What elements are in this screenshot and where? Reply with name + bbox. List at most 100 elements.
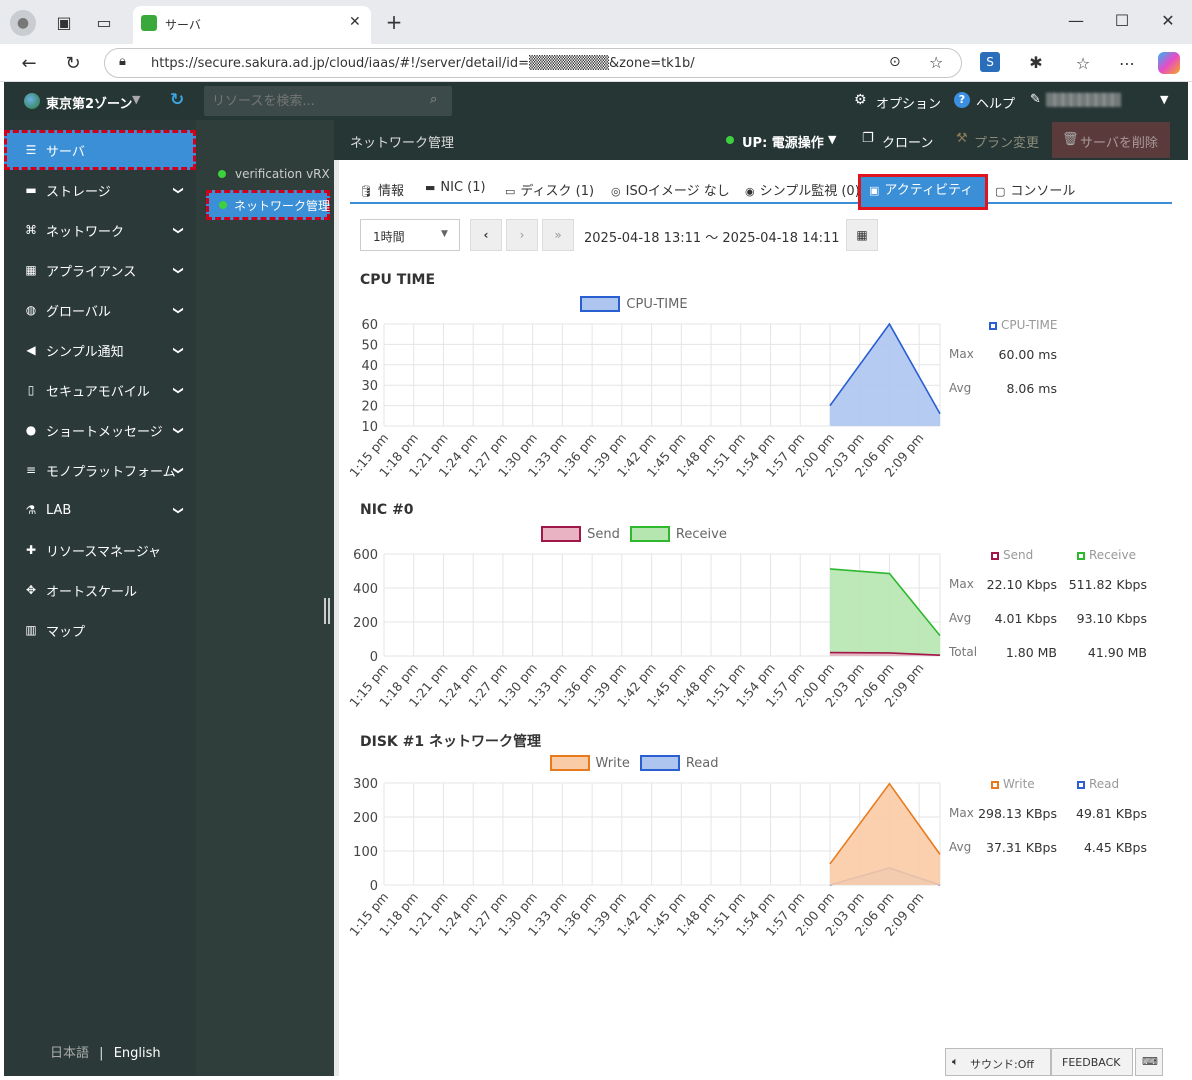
refresh-icon[interactable]: ↻ <box>170 90 184 110</box>
sidebar-item[interactable]: ⌘ ネットワーク ❯ <box>4 210 196 250</box>
back-icon[interactable]: ← <box>18 52 40 74</box>
legend-swatch <box>580 296 621 312</box>
calendar-button[interactable]: ▦ <box>846 219 878 251</box>
sidebar-item-label: ストレージ <box>46 184 111 200</box>
tabs-underline <box>350 202 1172 204</box>
feedback-button[interactable]: FEEDBACK <box>1051 1048 1133 1076</box>
tab-1[interactable]: ▬ NIC (1) <box>419 180 495 202</box>
sidebar-item[interactable]: ▦ アプライアンス ❯ <box>4 250 196 290</box>
tab-label: 情報 <box>377 184 404 199</box>
stats-value: 49.81 KBps <box>1076 806 1147 821</box>
latest-range-button[interactable]: » <box>542 219 574 251</box>
legend-item[interactable]: CPU-TIME <box>580 296 688 312</box>
legend-item[interactable]: Send <box>541 526 620 542</box>
close-tab-icon[interactable]: ✕ <box>349 14 361 30</box>
sidebar-item[interactable]: ◀ シンプル通知 ❯ <box>4 330 196 370</box>
sidebar-item[interactable]: ✚ リソースマネージャ <box>4 530 196 570</box>
tab-0[interactable]: 🛢︎ 情報 <box>353 180 423 202</box>
help-link[interactable]: ヘルプ <box>976 93 1015 112</box>
server-list-item-selected[interactable]: ネットワーク管理 <box>206 190 330 220</box>
sidebar-item[interactable]: ⚗ LAB ❯ <box>4 490 196 530</box>
search-input[interactable] <box>212 91 422 111</box>
zone-selector[interactable]: 東京第2ゾーン <box>46 93 132 112</box>
lang-ja-link[interactable]: 日本語 <box>50 1046 89 1061</box>
sidebar-item[interactable]: ✥ オートスケール <box>4 570 196 610</box>
sound-toggle[interactable]: 🔈︎ サウンド:Off <box>945 1048 1051 1076</box>
sidebar-item[interactable]: ▬ ストレージ ❯ <box>4 170 196 210</box>
extensions-puzzle-icon[interactable]: ✱ <box>1026 52 1046 72</box>
tab-label: コンソール <box>1010 184 1076 199</box>
sidebar-item[interactable]: ◍ グローバル ❯ <box>4 290 196 330</box>
power-chevron-icon[interactable]: ▼ <box>828 133 836 146</box>
workspaces-icon[interactable]: ▣ <box>54 12 74 32</box>
tab-6[interactable]: ▢ コンソール <box>989 180 1079 202</box>
prev-range-button[interactable]: ‹ <box>470 219 502 251</box>
delete-server-button[interactable]: 🗑︎ サーバを削除 <box>1052 122 1170 158</box>
tab-actions-icon[interactable]: ▭ <box>94 12 114 32</box>
user-menu[interactable]: ▒▒▒▒▒▒▒▒▒ <box>1046 93 1121 107</box>
stats-header: Send <box>991 548 1033 562</box>
sidebar-item[interactable]: ● ショートメッセージ ❯ <box>4 410 196 450</box>
search-icon[interactable]: ⌕ <box>430 92 437 107</box>
chart-stats: Send Receive Max 22.10 Kbps 511.82 Kbps Avg 4.… <box>949 548 1179 660</box>
stats-row-label: Avg <box>949 381 972 395</box>
tab-4[interactable]: ◉ シンプル監視 (0) <box>739 180 860 202</box>
tab-5[interactable]: ▣ アクティビティ <box>858 174 988 210</box>
lang-en-link[interactable]: English <box>114 1046 161 1061</box>
sidebar-item[interactable]: ▥ マップ <box>4 610 196 650</box>
legend-swatch <box>639 755 680 771</box>
favorites-icon[interactable]: ☆ <box>1072 52 1094 74</box>
maximize-icon[interactable]: ☐ <box>1112 10 1132 30</box>
sidebar-item[interactable]: ☰ サーバ <box>4 130 196 170</box>
chart-legend: Write Read <box>339 755 939 771</box>
next-range-button[interactable]: › <box>506 219 538 251</box>
power-menu-button[interactable]: UP: 電源操作 <box>742 132 824 151</box>
chevron-down-icon: ❯ <box>172 265 184 275</box>
status-up-icon <box>219 201 227 209</box>
favorite-star-icon[interactable]: ☆ <box>929 53 943 72</box>
stats-value: 511.82 Kbps <box>1068 577 1147 592</box>
stats-header-label: CPU-TIME <box>1001 318 1058 332</box>
sidebar-item-label: セキュアモバイル <box>46 384 150 400</box>
legend-item[interactable]: Receive <box>629 526 727 542</box>
plan-change-button[interactable]: プラン変更 <box>974 132 1039 151</box>
clone-button[interactable]: クローン <box>882 132 933 151</box>
options-link[interactable]: オプション <box>876 93 941 112</box>
new-tab-icon[interactable]: + <box>384 10 404 34</box>
site-favicon-icon <box>141 15 157 31</box>
keyboard-button[interactable]: ⌨ <box>1135 1048 1163 1076</box>
browser-tab[interactable]: サーバ ✕ <box>133 6 371 44</box>
tab-2[interactable]: ▭ ディスク (1) <box>499 180 601 202</box>
url-text[interactable]: https://secure.sakura.ad.jp/cloud/iaas/#… <box>151 56 695 71</box>
resize-handle[interactable] <box>324 598 330 624</box>
chart-legend: Send Receive <box>339 526 939 542</box>
select-chevron-icon: ▼ <box>441 229 448 239</box>
series-swatch <box>989 321 997 330</box>
address-bar[interactable]: 🔒︎ https://secure.sakura.ad.jp/cloud/iaa… <box>104 48 962 78</box>
console-icon: ▢ <box>995 185 1006 198</box>
legend-item[interactable]: Read <box>639 755 719 771</box>
range-select[interactable]: 1時間 ▼ <box>360 219 460 251</box>
reader-icon[interactable]: ⊙ <box>889 54 901 70</box>
sidebar-item[interactable]: ≡ モノプラットフォーム ❯ <box>4 450 196 490</box>
series-area <box>829 783 940 885</box>
profile-icon[interactable]: ● <box>10 10 36 36</box>
copilot-icon[interactable] <box>1158 52 1180 74</box>
y-tick-label: 10 <box>361 420 378 435</box>
minimize-icon[interactable]: — <box>1066 10 1086 30</box>
chart-legend: CPU-TIME <box>339 296 939 312</box>
sidebar-item[interactable]: ▯ セキュアモバイル ❯ <box>4 370 196 410</box>
main-panel: 🛢︎ 情報 ▬ NIC (1) ▭ ディスク (1) ◎ ISOイメージ なし ◉ シンプル監視 … <box>334 160 1188 1076</box>
gear-icon: ⚙ <box>854 92 867 108</box>
user-chevron-icon[interactable]: ▼ <box>1160 93 1168 106</box>
reload-icon[interactable]: ↻ <box>62 52 84 74</box>
tab-3[interactable]: ◎ ISOイメージ なし <box>605 180 735 202</box>
resource-search[interactable]: ⌕ <box>204 86 452 116</box>
legend-item[interactable]: Write <box>549 755 630 771</box>
double-chevron-right-icon: » <box>554 228 562 242</box>
more-menu-icon[interactable]: ⋯ <box>1116 52 1138 74</box>
extension-icon[interactable]: S <box>980 52 1000 72</box>
db-icon: 🛢︎ <box>359 185 373 198</box>
zone-chevron-icon[interactable]: ▼ <box>132 93 140 106</box>
close-window-icon[interactable]: ✕ <box>1158 10 1178 30</box>
